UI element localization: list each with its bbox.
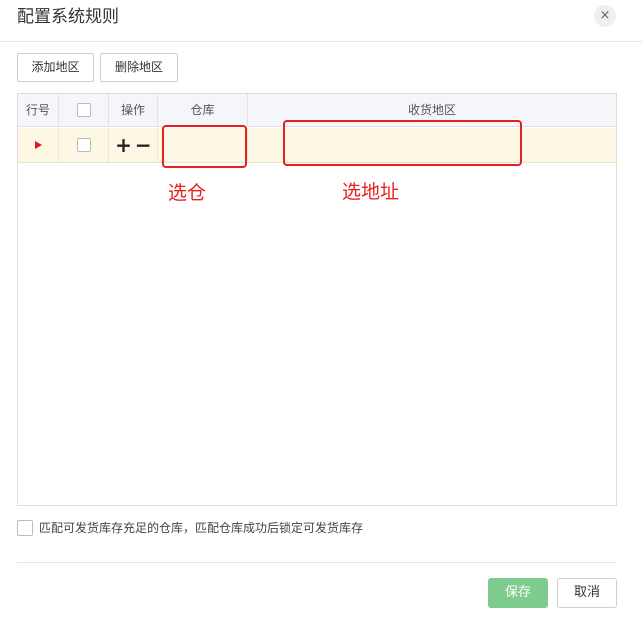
- row-indicator: [18, 128, 59, 162]
- row-actions: + −: [109, 128, 158, 162]
- column-header-warehouse: 仓库: [158, 94, 248, 126]
- region-highlight-box: [283, 120, 522, 166]
- warehouse-highlight-box: [162, 125, 247, 168]
- current-row-arrow-icon: [34, 140, 42, 149]
- region-annotation: 选地址: [342, 181, 400, 203]
- close-icon[interactable]: ×: [594, 5, 616, 27]
- row-checkbox[interactable]: [76, 137, 91, 152]
- add-row-icon[interactable]: +: [115, 128, 132, 163]
- match-stock-checkbox[interactable]: [17, 520, 33, 536]
- row-select-cell: [59, 128, 109, 162]
- remove-row-icon[interactable]: −: [135, 128, 152, 163]
- delete-region-button[interactable]: 删除地区: [100, 53, 178, 82]
- column-header-select-all: [59, 94, 109, 126]
- footer-divider: [17, 562, 617, 563]
- add-region-button[interactable]: 添加地区: [17, 53, 94, 82]
- dialog-header: 配置系统规则 ×: [0, 0, 642, 42]
- cancel-button[interactable]: 取消: [557, 578, 617, 608]
- column-header-actions: 操作: [109, 94, 158, 126]
- dialog-title: 配置系统规则: [17, 7, 119, 27]
- match-stock-label: 匹配可发货库存充足的仓库，匹配仓库成功后锁定可发货库存: [39, 521, 364, 535]
- column-header-row-number: 行号: [18, 94, 59, 126]
- warehouse-annotation: 选仓: [168, 182, 207, 204]
- select-all-checkbox[interactable]: [76, 102, 91, 117]
- save-button[interactable]: 保存: [488, 578, 548, 608]
